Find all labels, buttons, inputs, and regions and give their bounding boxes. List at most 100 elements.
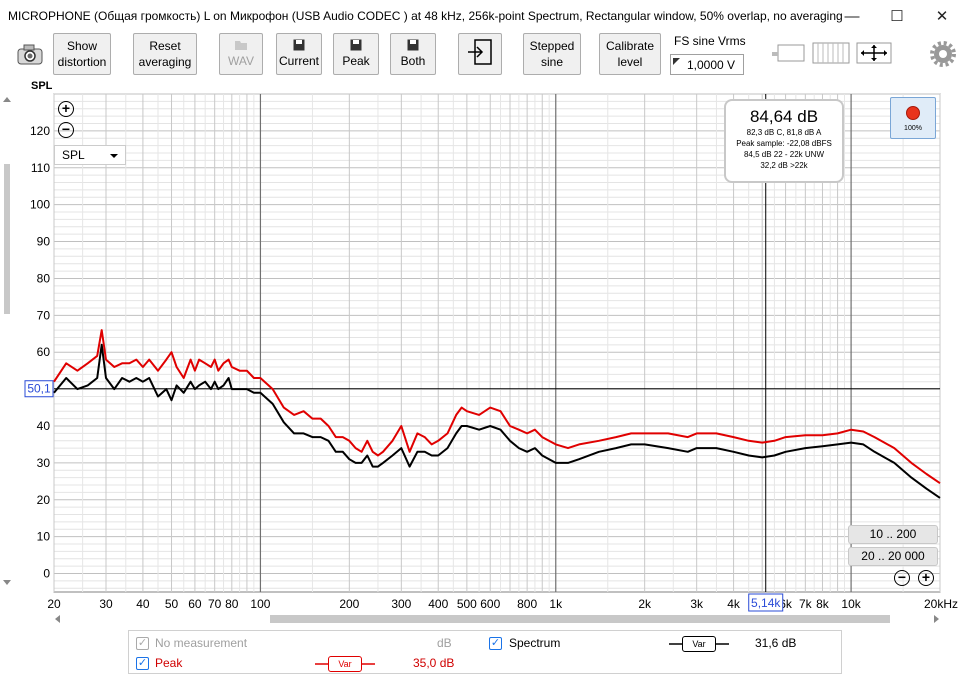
minimize-button[interactable]: — xyxy=(829,0,875,32)
weighted-levels: 82,3 dB C, 81,8 dB A xyxy=(746,128,822,137)
x-tick-label: 50 xyxy=(165,597,179,611)
save-peak-button[interactable]: Peak xyxy=(333,33,379,75)
x-tick-label: 500 xyxy=(457,597,477,611)
no-measurement-label: No measurement xyxy=(155,636,248,650)
fs-sine-input[interactable]: 1,0000 V xyxy=(670,54,744,75)
y-tick-label: 0 xyxy=(43,567,50,581)
cursor-x-label: 5,14k xyxy=(751,596,781,610)
cursor-y-label: 50,1 xyxy=(27,382,51,396)
zoom-out-icon[interactable]: − xyxy=(894,570,910,586)
x-tick-label: 10k xyxy=(841,597,861,611)
title-bar: MICROPHONE (Общая громкость) L on Микроф… xyxy=(0,0,960,32)
spectrum-checkbox[interactable]: ✓ xyxy=(489,637,502,650)
x-tick-label: 800 xyxy=(517,597,537,611)
y-tick-label: 20 xyxy=(37,493,51,507)
reset-averaging-button[interactable]: Reset averaging xyxy=(133,33,197,75)
x-tick-label: 300 xyxy=(391,597,411,611)
horizontal-scrollbar[interactable] xyxy=(54,612,940,626)
export-icon xyxy=(465,37,495,71)
zoom-in-icon[interactable]: + xyxy=(918,570,934,586)
spectrum-var-box[interactable]: Var xyxy=(682,636,716,652)
fs-sine-value: 1,0000 V xyxy=(687,58,736,72)
y-tick-label: 100 xyxy=(30,198,50,212)
record-icon xyxy=(906,106,920,120)
fs-sine-label: FS sine Vrms xyxy=(674,34,746,48)
y-tick-label: 120 xyxy=(30,124,50,138)
range-20-20000-button[interactable]: 20 .. 20 000 xyxy=(848,547,938,566)
level-info-box: 84,64 dB 82,3 dB C, 81,8 dB A Peak sampl… xyxy=(724,99,844,183)
record-level-button[interactable]: 100% xyxy=(890,97,936,139)
total-level: 84,64 dB xyxy=(749,107,819,126)
x-tick-label: 20 xyxy=(47,597,61,611)
wav-button[interactable]: WAV xyxy=(219,33,263,75)
y-tick-label: 70 xyxy=(37,308,51,322)
calibrate-level-button[interactable]: Calibrate level xyxy=(599,33,661,75)
save-icon xyxy=(407,39,419,53)
y-tick-label: 30 xyxy=(37,456,51,470)
current-label: Current xyxy=(278,54,319,68)
x-tick-label: 8k xyxy=(816,597,830,611)
both-label: Both xyxy=(400,54,426,68)
x-tick-label: 70 xyxy=(208,597,222,611)
calibrate-level-line2: level xyxy=(617,55,643,69)
x-tick-label: 2k xyxy=(638,597,652,611)
show-distortion-button[interactable]: Show distortion xyxy=(53,33,111,75)
stepped-sine-line2: sine xyxy=(540,55,563,69)
x-tick-label: 40 xyxy=(136,597,150,611)
x-tick-label: 600 xyxy=(480,597,500,611)
no-measurement-checkbox[interactable]: ✓ xyxy=(136,637,149,650)
save-icon xyxy=(293,39,305,53)
record-level: 100% xyxy=(904,125,922,132)
y-tick-label: 10 xyxy=(37,530,51,544)
unweighted-level: 84,5 dB 22 - 22k UNW xyxy=(743,150,825,159)
x-tick-label: 400 xyxy=(428,597,448,611)
wav-label: WAV xyxy=(228,54,254,68)
calibrate-level-line1: Calibrate xyxy=(605,39,655,53)
y-tick-label: 40 xyxy=(37,419,51,433)
zoom-out-icon[interactable]: − xyxy=(58,122,74,138)
legend-panel: ✓ No measurement dB ✓ Spectrum Var 31,6 … xyxy=(128,630,842,674)
y-tick-label: 110 xyxy=(31,161,50,175)
unit-select[interactable]: SPL xyxy=(54,145,126,165)
x-tick-label: 4k xyxy=(727,597,741,611)
toolbar: Show distortion Reset averaging WAV Curr… xyxy=(0,32,960,80)
peak-label: Peak xyxy=(155,656,183,670)
peak-checkbox[interactable]: ✓ xyxy=(136,657,149,670)
range-10-200-button[interactable]: 10 .. 200 xyxy=(848,525,938,544)
peak-var-box[interactable]: Var xyxy=(328,656,362,672)
window-title: MICROPHONE (Общая громкость) L on Микроф… xyxy=(8,9,843,23)
gear-icon[interactable] xyxy=(930,41,956,67)
maximize-button[interactable]: ☐ xyxy=(874,0,920,32)
layout-single-icon[interactable] xyxy=(770,41,806,65)
corner-icon xyxy=(673,58,680,65)
reset-averaging-line1: Reset xyxy=(149,39,181,53)
x-tick-label: 1k xyxy=(549,597,563,611)
y-tick-label: 90 xyxy=(37,235,51,249)
spectrum-value: 31,6 dB xyxy=(755,636,797,650)
close-button[interactable]: ✕ xyxy=(919,0,960,32)
x-tick-label: 20kHz xyxy=(924,597,958,611)
x-tick-label: 30 xyxy=(99,597,113,611)
above-22k-level: 32,2 dB >22k xyxy=(760,161,808,170)
layout-bars-icon[interactable] xyxy=(812,41,850,65)
y-axis-title: SPL xyxy=(31,80,53,92)
chevron-down-icon xyxy=(110,154,118,158)
save-both-button[interactable]: Both xyxy=(390,33,436,75)
export-button[interactable] xyxy=(458,33,502,75)
x-tick-label: 60 xyxy=(188,597,202,611)
stepped-sine-button[interactable]: Stepped sine xyxy=(523,33,581,75)
x-tick-label: 200 xyxy=(339,597,359,611)
x-tick-label: 3k xyxy=(690,597,704,611)
unit-select-value: SPL xyxy=(62,148,85,162)
x-tick-label: 7k xyxy=(799,597,813,611)
y-tick-label: 60 xyxy=(37,345,51,359)
move-arrows-icon[interactable] xyxy=(856,41,892,65)
vertical-scrollbar[interactable] xyxy=(0,92,14,592)
x-tick-label: 100 xyxy=(250,597,270,611)
camera-icon[interactable] xyxy=(14,42,46,68)
show-distortion-line1: Show xyxy=(66,39,98,53)
no-measurement-unit: dB xyxy=(437,636,452,650)
save-current-button[interactable]: Current xyxy=(276,33,322,75)
y-tick-label: 80 xyxy=(37,271,51,285)
zoom-in-icon[interactable]: + xyxy=(58,101,74,117)
